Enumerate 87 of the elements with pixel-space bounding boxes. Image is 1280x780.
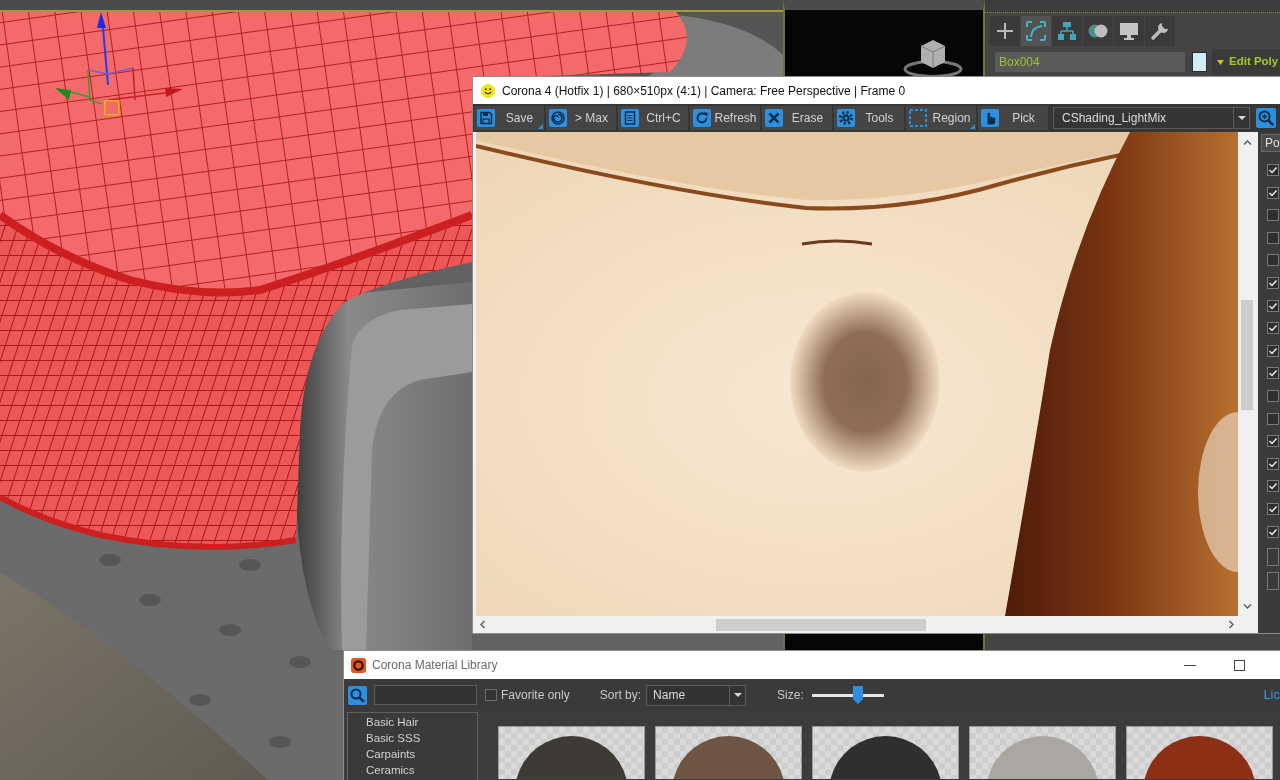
plus-icon: [995, 21, 1015, 41]
scrollbar-thumb[interactable]: [1241, 300, 1253, 410]
panel-button[interactable]: [1267, 548, 1279, 567]
color-swatch[interactable]: [1192, 52, 1207, 72]
caret-down-icon: [1217, 59, 1224, 65]
dashed-square-icon: [909, 109, 927, 127]
panel-tab[interactable]: [1114, 16, 1144, 46]
material-thumbnail[interactable]: [969, 726, 1116, 779]
material-thumbnail[interactable]: [498, 726, 645, 779]
window-title: Corona Material Library: [372, 657, 498, 674]
copy-button[interactable]: Ctrl+C: [618, 106, 688, 130]
layer-checkbox[interactable]: [1267, 480, 1279, 493]
layer-checkbox[interactable]: [1267, 457, 1279, 470]
layer-checkbox[interactable]: [1267, 367, 1279, 380]
object-name-field[interactable]: Box004: [995, 52, 1185, 72]
pick-button[interactable]: Pick: [978, 106, 1048, 130]
layer-checkbox[interactable]: [1267, 412, 1279, 425]
refresh-icon: [693, 109, 711, 127]
scrollbar-thumb[interactable]: [716, 618, 926, 631]
scroll-left-icon[interactable]: [480, 620, 485, 629]
refresh-button[interactable]: Refresh: [690, 106, 760, 130]
header-link[interactable]: Lic: [1263, 685, 1280, 705]
layer-checkbox[interactable]: [1267, 502, 1279, 515]
minimize-icon[interactable]: [1184, 664, 1196, 666]
sort-label: Sort by:: [599, 687, 642, 704]
search-field[interactable]: [374, 685, 477, 705]
to-max-button[interactable]: > Max: [546, 106, 616, 130]
layer-checkbox[interactable]: [1267, 231, 1279, 244]
size-label: Size:: [777, 687, 804, 704]
transform-gizmo-icon: [54, 11, 184, 117]
save-button[interactable]: Save: [474, 106, 544, 130]
hand-pointer-icon: [981, 109, 999, 127]
category-item[interactable]: Ceramics: [348, 762, 477, 778]
category-item[interactable]: Carpaints: [348, 746, 477, 762]
search-icon[interactable]: [348, 685, 367, 705]
hierarchy-tree-icon: [1057, 21, 1077, 41]
tools-button[interactable]: Tools: [834, 106, 904, 130]
checkbox-label[interactable]: Favorite only: [501, 686, 570, 704]
render-pass-dropdown[interactable]: CShading_LightMix: [1053, 107, 1250, 129]
gear-icon: [837, 109, 855, 127]
layer-checkbox[interactable]: [1267, 389, 1279, 402]
app-logo-icon: [351, 657, 366, 673]
region-button[interactable]: Region: [906, 106, 976, 130]
erase-button[interactable]: Erase: [762, 106, 832, 130]
scroll-right-icon[interactable]: [1229, 620, 1234, 629]
layer-checkbox[interactable]: [1267, 164, 1279, 176]
panel-tab[interactable]: [1083, 16, 1113, 46]
window-title: Corona 4 (Hotfix 1) | 680×510px (4:1) | Camera: Free Perspective | Frame 0: [502, 82, 906, 100]
scroll-down-icon[interactable]: [1242, 604, 1252, 609]
category-item[interactable]: Basic SSS: [348, 730, 477, 746]
panel-tab[interactable]: [990, 16, 1020, 46]
modifier-stack-item[interactable]: Edit Poly: [1212, 49, 1280, 75]
material-thumbnail[interactable]: [1126, 726, 1273, 779]
layer-checkbox[interactable]: [1267, 322, 1279, 335]
caret-down-icon: [733, 693, 742, 697]
x-mark-icon: [765, 109, 783, 127]
scroll-up-icon[interactable]: [1242, 140, 1252, 145]
sort-dropdown[interactable]: Name: [646, 684, 747, 706]
layer-checkbox[interactable]: [1267, 435, 1279, 448]
document-icon: [621, 109, 639, 127]
floppy-disk-icon: [477, 109, 495, 127]
framed-curve-icon: [1026, 21, 1046, 41]
smiley-icon: [481, 83, 495, 98]
layer-checkbox[interactable]: [1267, 209, 1279, 222]
material-thumbnail[interactable]: [812, 726, 959, 779]
layer-checkbox[interactable]: [1267, 186, 1279, 199]
layer-checkbox[interactable]: [1267, 276, 1279, 289]
zoom-in-icon[interactable]: [1256, 108, 1276, 128]
favorite-only-checkbox[interactable]: [485, 689, 497, 701]
caret-down-icon: [1237, 116, 1246, 120]
layer-checkbox[interactable]: [1267, 299, 1279, 312]
view-cube-icon[interactable]: [903, 38, 963, 78]
category-item[interactable]: Basic Hair: [348, 714, 477, 730]
panel-tab[interactable]: [1052, 16, 1082, 46]
panel-tab[interactable]: [1021, 16, 1051, 46]
panel-tab[interactable]: [1145, 16, 1175, 46]
swirl-icon: [549, 109, 567, 127]
slider-thumb[interactable]: [853, 686, 864, 704]
layer-checkbox[interactable]: [1267, 254, 1279, 267]
maximize-icon[interactable]: [1234, 659, 1245, 671]
material-thumbnail[interactable]: [655, 726, 802, 779]
monitor-icon: [1119, 21, 1139, 41]
wrench-icon: [1150, 21, 1170, 41]
side-panel-tab[interactable]: Po: [1261, 134, 1280, 152]
layer-checkbox[interactable]: [1267, 344, 1279, 357]
layer-checkbox[interactable]: [1267, 525, 1279, 538]
panel-button[interactable]: [1267, 572, 1279, 591]
